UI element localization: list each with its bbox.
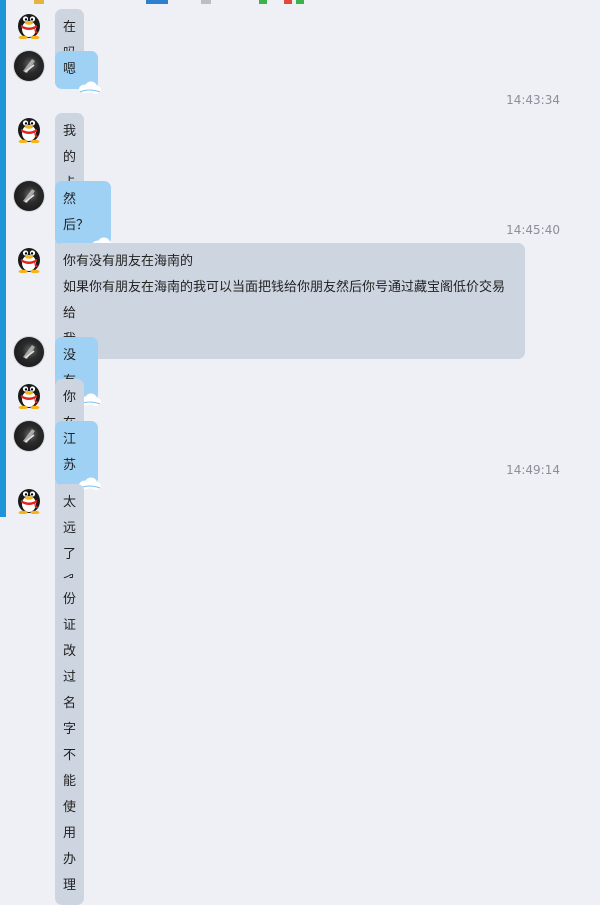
penguin-avatar[interactable] <box>14 113 44 144</box>
penguin-avatar[interactable] <box>14 243 44 274</box>
penguin-avatar[interactable] <box>14 9 44 40</box>
message-text: 然后？ <box>63 192 90 233</box>
screenshot-icon[interactable] <box>146 0 168 4</box>
message-timestamp: 14:43:34 <box>506 93 560 107</box>
message-text: 如果你有朋友在海南的我可以当面把钱给你朋友然后你号通过藏宝阁低价交易给 <box>63 280 506 321</box>
message-bubble: 你有没有朋友在海南的 如果你有朋友在海南的我可以当面把钱给你朋友然后你号通过藏宝… <box>55 243 525 359</box>
message-text: 我 <box>63 327 517 353</box>
message-timestamp: 14:49:14 <box>506 463 560 477</box>
voice-icon[interactable] <box>259 0 267 4</box>
message-text: 太远了 <box>63 495 77 562</box>
more-icon[interactable] <box>296 0 304 4</box>
file-icon[interactable] <box>201 0 211 4</box>
dark-avatar[interactable] <box>14 421 44 451</box>
message-text: 你有没有朋友在海南的 <box>63 254 194 269</box>
message-bubble: 然后？ <box>55 181 114 250</box>
dark-avatar[interactable] <box>14 337 44 367</box>
message-text: 嗯 <box>63 62 77 77</box>
message-bubble: 江苏 <box>55 421 102 490</box>
toolbar-strip <box>6 0 600 6</box>
message-bubble: 太远了 <box>55 484 85 574</box>
message-timestamp: 14:45:40 <box>506 223 560 237</box>
emoji-icon[interactable] <box>34 0 44 4</box>
image-icon[interactable] <box>284 0 292 4</box>
message-bubble: 嗯 <box>55 51 102 94</box>
cloud-icon <box>79 81 102 94</box>
dark-avatar[interactable] <box>14 181 44 211</box>
window-left-accent <box>0 0 6 517</box>
penguin-avatar[interactable] <box>14 484 44 515</box>
message-text: 江苏 <box>63 432 77 473</box>
dark-avatar[interactable] <box>14 51 44 81</box>
penguin-avatar[interactable] <box>14 379 44 410</box>
